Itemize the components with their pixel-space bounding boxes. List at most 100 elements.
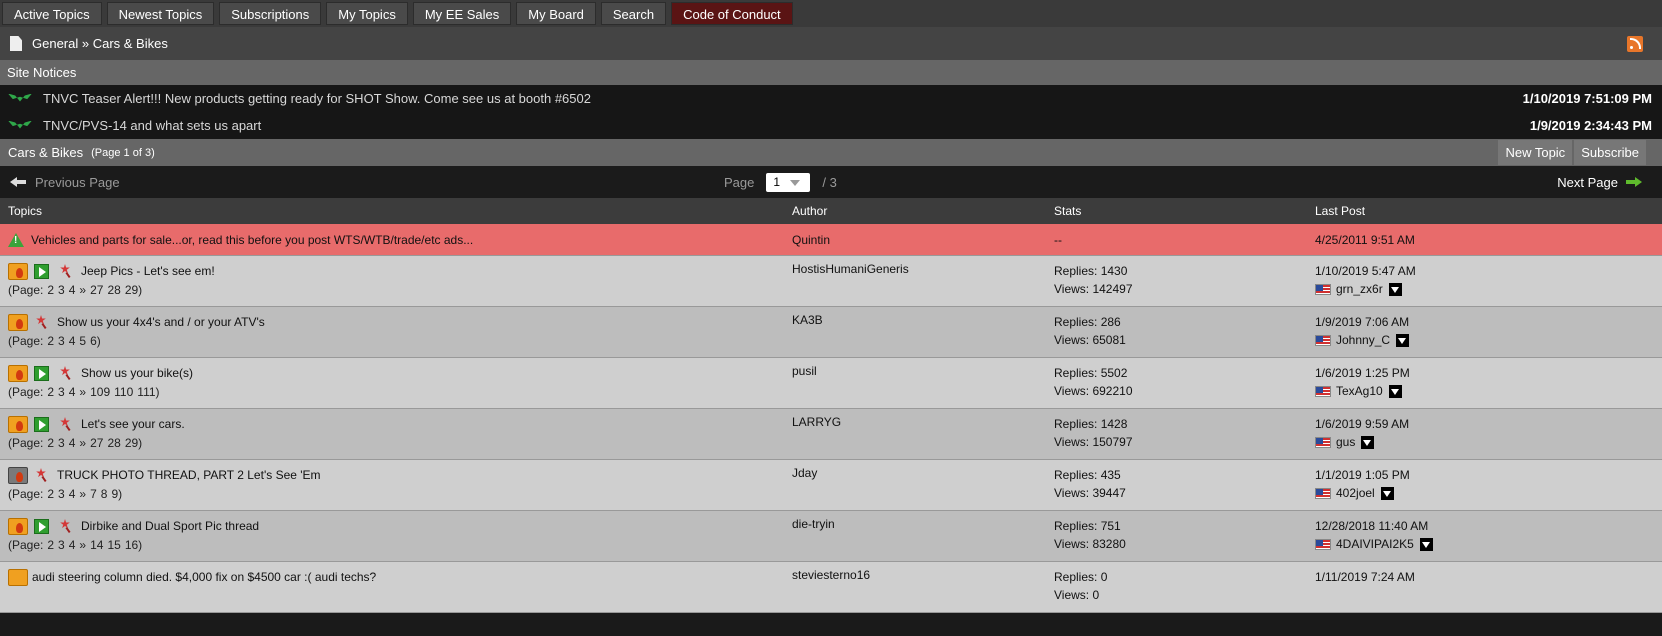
last-post-user[interactable]: grn_zx6r [1336, 282, 1383, 296]
locked-folder-icon [8, 466, 28, 484]
table-row: Show us your bike(s) (Page: 2 3 4» 109 110 111… [0, 358, 1662, 409]
last-post-date[interactable]: 1/6/2019 9:59 AM [1315, 415, 1662, 433]
topic-title[interactable]: Show us your 4x4's and / or your ATV's [57, 315, 265, 329]
pin-icon [58, 519, 72, 533]
last-post-user[interactable]: TexAg10 [1336, 384, 1383, 398]
rss-icon[interactable] [1627, 36, 1643, 52]
replies-count: Replies: 751 [1054, 519, 1121, 533]
topic-pages: (Page: 2 3 4» 109 110 111) [8, 385, 160, 399]
last-post-date[interactable]: 1/6/2019 1:25 PM [1315, 364, 1662, 382]
us-flag-icon [1315, 283, 1331, 295]
go-to-newest-icon[interactable] [34, 365, 49, 381]
topic-pages: (Page: 2 3 4» 27 28 29) [8, 283, 143, 297]
nav-subscriptions[interactable]: Subscriptions [219, 2, 322, 25]
new-topic-button[interactable]: New Topic [1498, 140, 1573, 165]
last-post-date[interactable]: 4/25/2011 9:51 AM [1315, 233, 1662, 247]
last-post-date[interactable]: 12/28/2018 11:40 AM [1315, 517, 1662, 535]
header-last-post[interactable]: Last Post [1315, 204, 1662, 218]
dropdown-icon[interactable] [1419, 537, 1433, 551]
nav-search[interactable]: Search [600, 2, 667, 25]
page-select-value: 1 [773, 175, 781, 189]
dropdown-icon[interactable] [1380, 486, 1394, 500]
breadcrumb-bar: General » Cars & Bikes [0, 27, 1662, 60]
topic-title[interactable]: Show us your bike(s) [81, 366, 193, 380]
arrow-right-icon [1626, 177, 1642, 187]
notice-title[interactable]: TNVC Teaser Alert!!! New products gettin… [43, 91, 1523, 106]
hot-folder-icon [8, 415, 28, 433]
breadcrumb[interactable]: General » Cars & Bikes [32, 36, 168, 51]
nav-my-ee-sales[interactable]: My EE Sales [412, 2, 512, 25]
header-stats[interactable]: Stats [1054, 204, 1315, 218]
subscribe-button[interactable]: Subscribe [1574, 140, 1646, 165]
hot-folder-icon [8, 517, 28, 535]
views-count: Views: 0 [1054, 588, 1100, 602]
last-post-date[interactable]: 1/11/2019 7:24 AM [1315, 568, 1662, 586]
views-count: Views: 83280 [1054, 537, 1126, 551]
bat-logo-icon [8, 121, 32, 131]
pin-icon [34, 315, 48, 329]
topic-pages: (Page: 2 3 4» 27 28 29) [8, 436, 143, 450]
topic-author[interactable]: steviesterno16 [792, 562, 1054, 612]
hot-folder-icon [8, 313, 28, 331]
table-row: Let's see your cars. (Page: 2 3 4» 27 28 29) L… [0, 409, 1662, 460]
forum-name: Cars & Bikes [8, 145, 84, 160]
last-post-user[interactable]: 4DAIVIPAI2K5 [1336, 537, 1414, 551]
replies-count: Replies: 0 [1054, 570, 1108, 584]
nav-active-topics[interactable]: Active Topics [2, 2, 102, 25]
topic-author[interactable]: Quintin [792, 233, 1054, 247]
us-flag-icon [1315, 436, 1331, 448]
pin-icon [58, 264, 72, 278]
last-post-date[interactable]: 1/1/2019 1:05 PM [1315, 466, 1662, 484]
topic-author[interactable]: pusil [792, 358, 1054, 408]
notice-title[interactable]: TNVC/PVS-14 and what sets us apart [43, 118, 1530, 133]
go-to-newest-icon[interactable] [34, 263, 49, 279]
pager: Previous Page Page 1 / 3 Next Page [0, 166, 1662, 198]
replies-count: Replies: 5502 [1054, 366, 1128, 380]
topic-title[interactable]: Let's see your cars. [81, 417, 185, 431]
topic-pages: (Page: 2 3 4» 14 15 16) [8, 538, 143, 552]
topic-title[interactable]: Jeep Pics - Let's see em! [81, 264, 215, 278]
nav-my-board[interactable]: My Board [516, 2, 596, 25]
page-select[interactable]: 1 [766, 172, 811, 192]
last-post-date[interactable]: 1/10/2019 5:47 AM [1315, 262, 1662, 280]
nav-my-topics[interactable]: My Topics [326, 2, 408, 25]
pin-icon [58, 417, 72, 431]
dropdown-icon[interactable] [1361, 435, 1375, 449]
dropdown-icon[interactable] [1388, 384, 1402, 398]
dropdown-icon[interactable] [1388, 282, 1402, 296]
views-count: Views: 150797 [1054, 435, 1133, 449]
go-to-newest-icon[interactable] [34, 518, 49, 534]
last-post-user[interactable]: gus [1336, 435, 1355, 449]
topic-title[interactable]: TRUCK PHOTO THREAD, PART 2 Let's See 'Em [57, 468, 321, 482]
topic-author[interactable]: Jday [792, 460, 1054, 510]
next-page-link[interactable]: Next Page [1557, 166, 1642, 198]
replies-count: Replies: 286 [1054, 315, 1121, 329]
nav-code-of-conduct[interactable]: Code of Conduct [671, 2, 793, 25]
table-row: Dirbike and Dual Sport Pic thread (Page:… [0, 511, 1662, 562]
topic-title[interactable]: audi steering column died. $4,000 fix on… [32, 570, 376, 584]
next-page-label: Next Page [1557, 174, 1618, 190]
last-post-date[interactable]: 1/9/2019 7:06 AM [1315, 313, 1662, 331]
topic-title[interactable]: Dirbike and Dual Sport Pic thread [81, 519, 259, 533]
bat-logo-icon [8, 94, 32, 104]
header-topics[interactable]: Topics [0, 204, 792, 218]
topic-author[interactable]: die-tryin [792, 511, 1054, 561]
hot-folder-icon [8, 262, 28, 280]
us-flag-icon [1315, 334, 1331, 346]
go-to-newest-icon[interactable] [34, 416, 49, 432]
topic-author[interactable]: LARRYG [792, 409, 1054, 459]
pin-icon [58, 366, 72, 380]
previous-page-link[interactable]: Previous Page [10, 175, 120, 190]
last-post-user[interactable]: Johnny_C [1336, 333, 1390, 347]
nav-newest-topics[interactable]: Newest Topics [106, 2, 215, 25]
topic-author[interactable]: KA3B [792, 307, 1054, 357]
header-author[interactable]: Author [792, 204, 1054, 218]
topic-author[interactable]: HostisHumaniGeneris [792, 256, 1054, 306]
topic-title[interactable]: Vehicles and parts for sale...or, read t… [31, 233, 473, 247]
chevron-down-icon [790, 179, 801, 186]
dropdown-icon[interactable] [1396, 333, 1410, 347]
replies-count: Replies: 1430 [1054, 264, 1128, 278]
views-count: Views: 142497 [1054, 282, 1133, 296]
last-post-user[interactable]: 402joel [1336, 486, 1375, 500]
page-selector: Page 1 / 3 [724, 166, 837, 198]
